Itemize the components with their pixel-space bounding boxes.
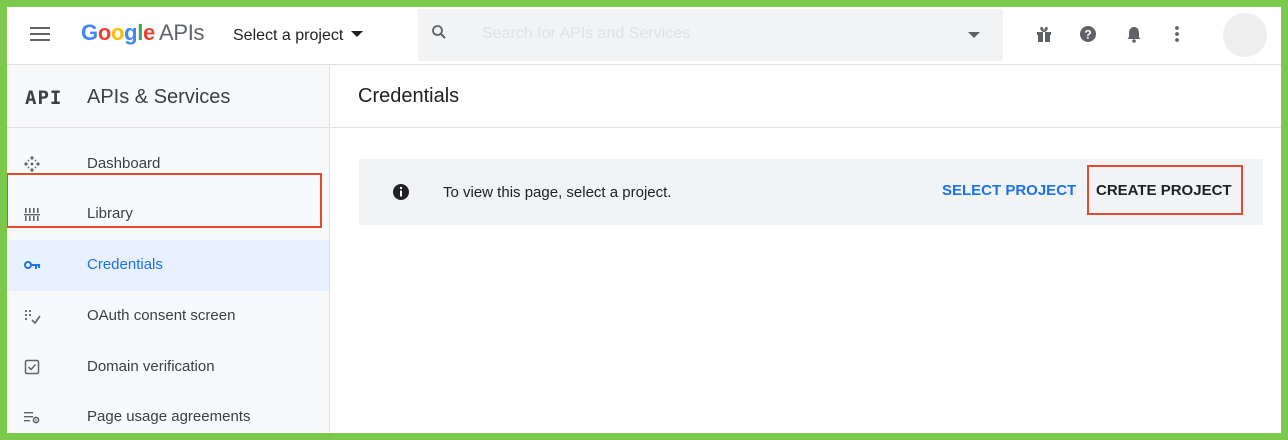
- search-dropdown-icon[interactable]: [968, 32, 980, 38]
- top-app-bar: GoogleAPIs Select a project ?: [7, 7, 1281, 65]
- sidebar-item-page-usage-agreements[interactable]: Page usage agreements: [7, 392, 329, 440]
- sidebar-item-label: Domain verification: [87, 358, 215, 375]
- sidebar-item-label: Page usage agreements: [87, 408, 251, 425]
- gift-icon[interactable]: [1034, 24, 1054, 44]
- search-icon: [432, 25, 446, 39]
- select-project-button[interactable]: SELECT PROJECT: [942, 182, 1076, 199]
- sidebar-item-label: OAuth consent screen: [87, 307, 236, 324]
- brand-letter: g: [124, 20, 138, 45]
- main-header: Credentials: [331, 65, 1281, 128]
- notice-text: To view this page, select a project.: [443, 184, 672, 201]
- project-picker-label: Select a project: [233, 27, 344, 44]
- brand-letter: o: [97, 20, 111, 45]
- svg-text:?: ?: [1084, 28, 1091, 42]
- info-icon: [393, 184, 409, 200]
- search-box[interactable]: [418, 9, 1003, 61]
- sidebar: API APIs & Services Dashboard Library Cr…: [7, 65, 330, 440]
- brand-letter: o: [110, 20, 125, 45]
- menu-icon[interactable]: [30, 26, 52, 44]
- brand-letter: G: [81, 20, 98, 45]
- oauth-icon: [24, 309, 41, 325]
- dashboard-icon: [24, 156, 40, 172]
- more-vert-icon[interactable]: [1167, 24, 1187, 44]
- google-apis-logo[interactable]: Google APIs: [81, 20, 205, 46]
- credentials-highlight-box: [6, 173, 322, 228]
- sidebar-item-label: Dashboard: [87, 155, 161, 172]
- sidebar-item-label: Credentials: [87, 256, 163, 273]
- help-icon[interactable]: ?: [1078, 24, 1098, 44]
- caret-down-icon: [351, 31, 364, 37]
- page-title: Credentials: [358, 85, 460, 107]
- key-icon: [24, 261, 40, 269]
- api-logo: API: [25, 87, 63, 109]
- brand-letter: e: [143, 20, 155, 45]
- sidebar-item-oauth-consent-screen[interactable]: OAuth consent screen: [7, 291, 329, 342]
- settings-list-icon: [24, 412, 40, 424]
- sidebar-item-credentials[interactable]: Credentials: [7, 240, 329, 291]
- sidebar-item-domain-verification[interactable]: Domain verification: [7, 342, 329, 393]
- sidebar-header: API APIs & Services: [7, 65, 329, 128]
- notifications-icon[interactable]: [1124, 24, 1144, 44]
- project-picker[interactable]: Select a project: [233, 27, 364, 45]
- brand-suffix: APIs: [158, 20, 205, 45]
- checkbox-icon: [24, 359, 40, 375]
- search-input[interactable]: [482, 21, 962, 47]
- sidebar-title: APIs & Services: [87, 86, 231, 108]
- create-project-highlight-box: [1087, 165, 1243, 215]
- account-avatar[interactable]: [1223, 13, 1267, 57]
